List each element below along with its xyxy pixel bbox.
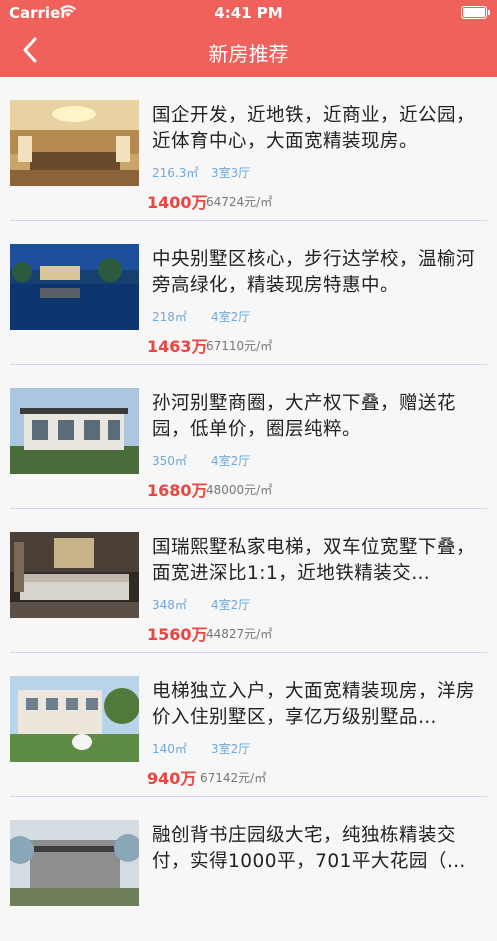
listing-rooms: 3室2厅 <box>211 742 251 756</box>
listing-rooms: 3室3厅 <box>211 166 251 180</box>
clock: 4:41 PM <box>214 4 283 22</box>
listing-rooms: 4室2厅 <box>211 310 251 324</box>
listing-title: 电梯独立入户，大面宽精装现房，洋房价入住别墅区，享亿万级别墅品… <box>152 681 476 728</box>
listing-unit-price: 67110元/㎡ <box>206 339 273 353</box>
status-bar: Carrier 4:41 PM <box>0 0 497 26</box>
listing-title: 国企开发，近地铁，近商业，近公园，近体育中心，大面宽精装现房。 <box>152 105 476 152</box>
listing-item[interactable]: 孙河别墅商圈，大产权下叠，赠送花园，低单价，圈层纯粹。 350㎡ 4室2厅 16… <box>0 365 497 509</box>
listing-item[interactable]: 中央别墅区核心，步行达学校，温榆河旁高绿化，精装现房特惠中。 218㎡ 4室2厅… <box>0 221 497 365</box>
listing-rooms: 4室2厅 <box>211 454 251 468</box>
listing-photo <box>10 820 139 906</box>
listing-area: 348㎡ <box>152 598 187 612</box>
listing-price: 1560万 <box>147 625 208 644</box>
listing-price: 940万 <box>147 769 197 788</box>
listing-item[interactable]: 国企开发，近地铁，近商业，近公园，近体育中心，大面宽精装现房。 216.3㎡ 3… <box>0 77 497 221</box>
listing-title: 国瑞熙墅私家电梯，双车位宽墅下叠，面宽进深比1:1，近地铁精装交… <box>152 537 476 584</box>
listing-title: 孙河别墅商圈，大产权下叠，赠送花园，低单价，圈层纯粹。 <box>152 393 457 440</box>
listing-price: 1400万 <box>147 193 208 212</box>
listing-area: 216.3㎡ <box>152 166 199 180</box>
listing-price: 1463万 <box>147 337 208 356</box>
listing-unit-price: 44827元/㎡ <box>206 627 273 641</box>
listing-unit-price: 48000元/㎡ <box>206 483 273 497</box>
page-title: 新房推荐 <box>208 42 289 66</box>
listing-photo <box>10 244 139 330</box>
listing-area: 218㎡ <box>152 310 187 324</box>
listing-rooms: 4室2厅 <box>211 598 251 612</box>
listing-title: 中央别墅区核心，步行达学校，温榆河旁高绿化，精装现房特惠中。 <box>152 249 476 296</box>
listing-photo <box>10 100 139 186</box>
listing-area: 140㎡ <box>152 742 187 756</box>
listing-photo <box>10 388 139 474</box>
listing-area: 350㎡ <box>152 454 187 468</box>
listing-item[interactable]: 电梯独立入户，大面宽精装现房，洋房价入住别墅区，享亿万级别墅品… 140㎡ 3室… <box>0 653 497 797</box>
listing-unit-price: 67142元/㎡ <box>200 771 267 785</box>
battery-icon <box>461 6 490 19</box>
listing-price: 1680万 <box>147 481 208 500</box>
listing-unit-price: 64724元/㎡ <box>206 195 273 209</box>
listing-title: 融创背书庄园级大宅，纯独栋精装交付，实得1000平，701平大花园（… <box>152 825 466 872</box>
listing-item[interactable]: 融创背书庄园级大宅，纯独栋精装交付，实得1000平，701平大花园（… <box>0 797 497 941</box>
listing-photo <box>10 532 139 618</box>
nav-bar: Carrier 4:41 PM 新房推荐 <box>0 0 497 77</box>
listing-photo <box>10 676 139 762</box>
listing-item[interactable]: 国瑞熙墅私家电梯，双车位宽墅下叠，面宽进深比1:1，近地铁精装交… 348㎡ 4… <box>0 509 497 653</box>
